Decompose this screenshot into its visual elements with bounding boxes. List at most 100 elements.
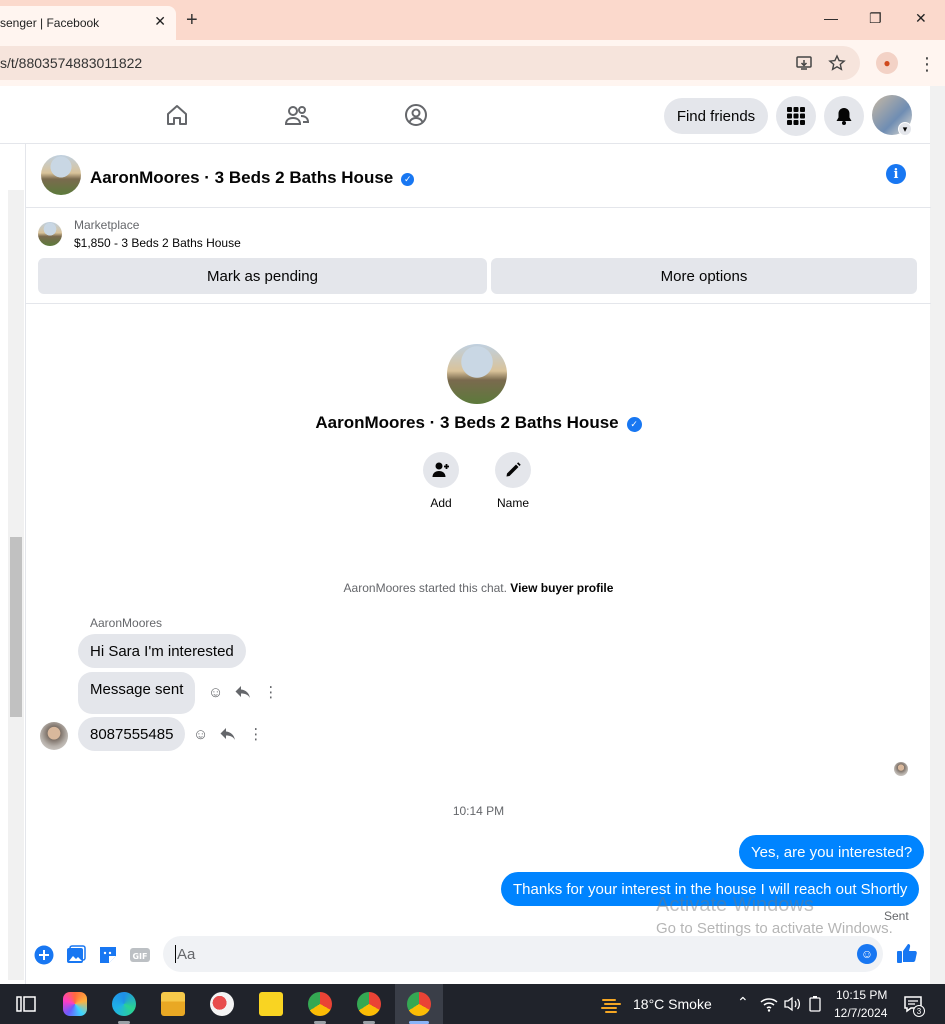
mark-pending-button[interactable]: Mark as pending — [38, 258, 487, 294]
notifications-button[interactable] — [824, 96, 864, 136]
verified-icon: ✓ — [401, 173, 415, 186]
more-icon[interactable]: ⋮ — [248, 725, 263, 743]
wifi-icon[interactable] — [760, 995, 778, 1013]
battery-icon[interactable] — [807, 995, 823, 1013]
more-icon[interactable]: ⋮ — [263, 683, 278, 701]
notification-count-badge: 3 — [913, 1005, 925, 1017]
install-app-icon[interactable] — [795, 54, 813, 72]
sticker-icon[interactable] — [98, 945, 118, 965]
chrome-profile-b-icon[interactable] — [357, 992, 381, 1016]
incoming-message[interactable]: Message sent — [78, 672, 196, 714]
pencil-icon — [495, 452, 531, 488]
weather-text[interactable]: 18°C Smoke — [633, 996, 712, 1012]
chat-panel: AaronMoores · 3 Beds 2 Baths House ✓ i Ma… — [25, 144, 931, 984]
text-caret — [175, 945, 176, 963]
scrollbar-thumb[interactable] — [10, 537, 22, 717]
chrome-profile-a-icon[interactable] — [308, 992, 332, 1016]
page-scrollbar[interactable] — [930, 86, 945, 984]
browser-tab-strip: senger | Facebook ✕ + — ❐ ✕ — [0, 0, 945, 40]
bookmark-star-icon[interactable] — [828, 54, 846, 72]
task-view-icon[interactable] — [14, 992, 38, 1016]
gif-icon[interactable]: GIF — [130, 945, 150, 965]
add-person-icon — [423, 452, 459, 488]
file-explorer-icon[interactable] — [161, 992, 185, 1016]
find-friends-button[interactable]: Find friends — [664, 98, 768, 134]
edge-browser-icon[interactable] — [112, 992, 136, 1016]
read-receipt-avatar — [894, 762, 908, 776]
sticky-notes-icon[interactable] — [259, 992, 283, 1016]
listing-thumbnail[interactable] — [38, 222, 62, 246]
reply-icon[interactable] — [235, 685, 251, 699]
browser-profile-icon[interactable]: ● — [876, 52, 898, 74]
clock-time[interactable]: 10:15 PM — [836, 988, 887, 1002]
listing-title[interactable]: $1,850 - 3 Beds 2 Baths House — [74, 236, 241, 250]
thumbs-up-icon[interactable] — [896, 942, 918, 964]
message-input[interactable]: Aa — [163, 936, 883, 972]
add-label: Add — [430, 496, 452, 510]
friends-icon[interactable] — [284, 102, 310, 128]
message-actions: ☺ ⋮ — [208, 683, 278, 702]
sender-avatar[interactable] — [40, 722, 68, 750]
reply-icon[interactable] — [220, 727, 236, 741]
marketplace-label: Marketplace — [74, 218, 140, 232]
verified-icon: ✓ — [626, 417, 642, 432]
browser-tab[interactable]: senger | Facebook ✕ — [0, 6, 176, 40]
more-options-button[interactable]: More options — [491, 258, 917, 294]
url-input[interactable]: s/t/8803574883011822 — [0, 46, 860, 80]
chevron-down-icon[interactable]: ▾ — [898, 122, 912, 136]
react-smiley-icon[interactable]: ☺ — [208, 684, 223, 701]
copilot-icon[interactable] — [63, 992, 87, 1016]
info-icon[interactable]: i — [886, 164, 906, 184]
svg-text:GIF: GIF — [132, 952, 147, 961]
photo-icon[interactable] — [66, 945, 86, 965]
tab-close-icon[interactable]: ✕ — [154, 13, 166, 30]
name-action[interactable]: Name — [483, 452, 543, 510]
chat-title-text: AaronMoores · 3 Beds 2 Baths House — [90, 168, 394, 187]
outgoing-message[interactable]: Yes, are you interested? — [739, 835, 925, 869]
intro-avatar[interactable] — [447, 344, 507, 404]
browser-menu-icon[interactable]: ⋮ — [918, 54, 936, 75]
tab-title: senger | Facebook — [0, 16, 100, 30]
restore-button[interactable]: ❐ — [869, 10, 882, 27]
add-action[interactable]: Add — [411, 452, 471, 510]
intro-title: AaronMoores · 3 Beds 2 Baths House ✓ — [26, 413, 931, 433]
home-icon[interactable] — [164, 102, 190, 128]
listing-avatar[interactable] — [41, 155, 81, 195]
name-label: Name — [496, 496, 529, 510]
app-grid-icon — [787, 107, 805, 125]
windows-taskbar: 18°C Smoke ⌃ 10:15 PM 12/7/2024 3 — [0, 984, 945, 1024]
groups-icon[interactable] — [403, 102, 429, 128]
address-bar: s/t/8803574883011822 ⋮ — [0, 40, 945, 86]
close-window-button[interactable]: ✕ — [915, 10, 927, 27]
chat-title[interactable]: AaronMoores · 3 Beds 2 Baths House ✓ — [90, 168, 415, 188]
intro-title-text: AaronMoores · 3 Beds 2 Baths House — [315, 413, 619, 432]
react-smiley-icon[interactable]: ☺ — [193, 726, 208, 743]
weather-smoke-icon[interactable] — [600, 992, 624, 1016]
chevron-up-icon[interactable]: ⌃ — [737, 994, 749, 1011]
sender-name: AaronMoores — [90, 616, 163, 630]
new-tab-button[interactable]: + — [186, 9, 198, 32]
marketplace-strip: Marketplace $1,850 - 3 Beds 2 Baths Hous… — [26, 208, 931, 304]
time-separator: 10:14 PM — [452, 804, 505, 818]
chat-header: AaronMoores · 3 Beds 2 Baths House ✓ i — [26, 144, 931, 208]
volume-icon[interactable] — [783, 995, 801, 1013]
paint-icon[interactable] — [210, 992, 234, 1016]
menu-button[interactable] — [776, 96, 816, 136]
chat-scrollbar[interactable] — [8, 190, 24, 980]
clock-date[interactable]: 12/7/2024 — [834, 1006, 887, 1020]
chat-started-notice: AaronMoores started this chat. View buye… — [26, 581, 931, 595]
plus-circle-icon[interactable] — [34, 945, 54, 965]
minimize-button[interactable]: — — [824, 10, 838, 26]
url-text: s/t/8803574883011822 — [0, 55, 143, 71]
incoming-message[interactable]: 8087555485 — [78, 717, 186, 751]
activate-windows-subtitle: Go to Settings to activate Windows. — [656, 920, 893, 937]
bell-icon — [836, 108, 852, 125]
message-actions: ☺ ⋮ — [193, 725, 263, 744]
chat-started-text: AaronMoores started this chat. — [343, 581, 511, 595]
emoji-icon[interactable]: ☺ — [857, 944, 877, 964]
chrome-active-icon[interactable] — [407, 992, 431, 1016]
view-buyer-profile-link[interactable]: View buyer profile — [510, 581, 613, 595]
message-placeholder: Aa — [177, 945, 196, 963]
activate-windows-title: Activate Windows — [656, 894, 814, 916]
incoming-message[interactable]: Hi Sara I'm interested — [78, 634, 246, 668]
